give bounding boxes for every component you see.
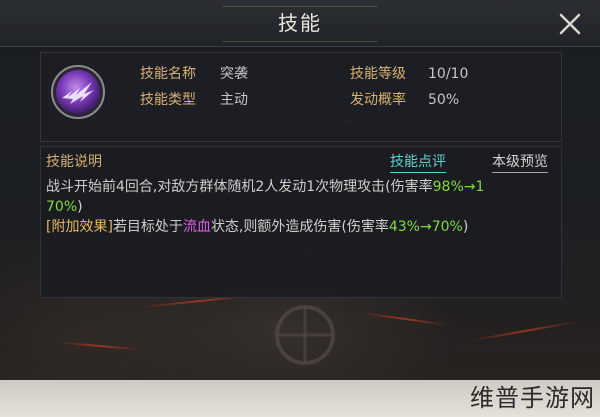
skill-type-value: 主动: [220, 92, 248, 108]
skill-type-label: 技能类型: [140, 92, 196, 108]
extra-damage-rate-highlight: 43%→70%: [388, 219, 463, 235]
skill-icon[interactable]: [50, 64, 106, 120]
game-skill-screen: 技能 技能名称 突袭 技能等级 10/10 技能类型 主动 发动概率 50% 技…: [0, 0, 600, 417]
extra-effect-tag: [附加效果]: [46, 219, 113, 235]
purple-slash-emblem-icon: [51, 65, 105, 119]
bleed-status-keyword: 流血: [182, 219, 211, 235]
tab-skill-review[interactable]: 技能点评: [390, 152, 446, 173]
description-text: ): [77, 199, 83, 215]
close-button[interactable]: [554, 8, 586, 40]
description-text: 若目标处于: [112, 219, 183, 235]
skill-name-value: 突袭: [220, 66, 248, 82]
skill-level-value: 10/10: [428, 66, 469, 82]
page-title: 技能: [278, 11, 322, 35]
damage-rate-highlight: 98%→1: [432, 179, 485, 195]
skill-name-label: 技能名称: [140, 66, 196, 82]
trigger-rate-label: 发动概率: [350, 92, 406, 108]
tab-level-preview[interactable]: 本级预览: [492, 152, 548, 173]
close-icon: [559, 13, 581, 35]
description-text: 战斗开始前4回合,对敌方群体随机2人发动1次物理攻击(伤害率: [46, 179, 433, 195]
ember-streak: [360, 311, 450, 327]
ember-streak: [60, 341, 140, 351]
background-wheel-icon: [275, 305, 335, 365]
description-line-2: 70%): [46, 196, 83, 218]
description-heading: 技能说明: [46, 154, 102, 170]
description-line-1: 战斗开始前4回合,对敌方群体随机2人发动1次物理攻击(伤害率98%→1: [46, 176, 484, 198]
skill-info-panel: [40, 52, 562, 142]
description-text: ): [462, 219, 469, 235]
site-watermark: 维普手游网: [470, 384, 595, 412]
description-line-3: [附加效果]若目标处于流血状态,则额外造成伤害(伤害率43%→70%): [46, 216, 468, 238]
trigger-rate-value: 50%: [428, 92, 460, 108]
skill-level-label: 技能等级: [350, 66, 406, 82]
ember-streak: [470, 320, 580, 342]
description-text: 状态,则额外造成伤害(伤害率: [210, 219, 389, 235]
damage-rate-highlight-cont: 70%: [46, 199, 78, 215]
